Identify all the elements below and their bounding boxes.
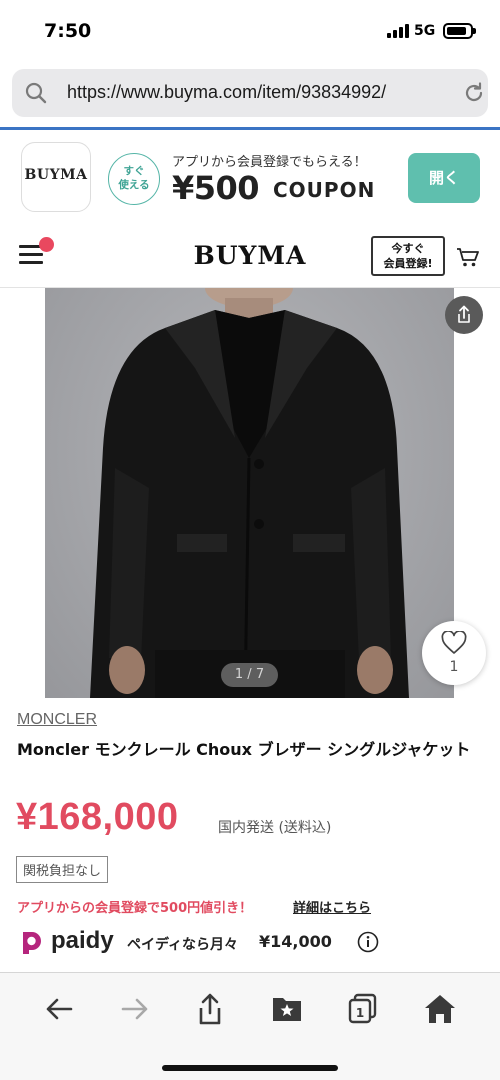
address-bar[interactable]: https://www.buyma.com/item/93834992/ — [12, 69, 488, 117]
instant-use-badge: すぐ 使える — [108, 153, 160, 205]
shipping-note: 国内発送 (送料込) — [218, 820, 332, 836]
tax-badge: 関税負担なし — [16, 856, 109, 883]
share-icon[interactable] — [192, 991, 228, 1027]
brand-link[interactable]: MONCLER — [17, 711, 97, 729]
badge-line1: すぐ — [123, 165, 145, 177]
paidy-row: paidy ペイディなら月々 ¥14,000 — [17, 926, 487, 958]
register-line2: 会員登録! — [383, 257, 433, 270]
app-icon-label: BUYMA — [24, 167, 88, 183]
status-time: 7:50 — [44, 20, 92, 42]
jacket-photo — [90, 288, 409, 698]
open-app-button[interactable]: 開く — [408, 153, 480, 203]
app-icon: BUYMA — [21, 142, 91, 212]
reload-icon[interactable] — [462, 81, 486, 105]
battery-icon — [443, 23, 476, 39]
app-promo-banner: BUYMA すぐ 使える アプリから会員登録でもらえる！ ¥500 COUPON… — [0, 130, 500, 226]
network-label: 5G — [414, 23, 436, 39]
product-price: ¥168,000 — [16, 796, 179, 838]
back-icon[interactable] — [41, 991, 77, 1027]
register-line1: 今すぐ — [391, 242, 425, 255]
search-icon — [25, 82, 47, 104]
banner-message: アプリから会員登録でもらえる！ — [172, 155, 367, 170]
url-text[interactable]: https://www.buyma.com/item/93834992/ — [67, 82, 386, 103]
share-icon — [458, 305, 470, 323]
tab-count: 1 — [356, 1006, 364, 1020]
promo-text: アプリからの会員登録で500円値引き！ — [17, 901, 253, 916]
badge-line2: 使える — [118, 179, 150, 191]
paidy-monthly-label: ペイディなら月々 — [127, 937, 239, 953]
forward-icon[interactable] — [117, 991, 153, 1027]
cart-icon[interactable] — [456, 246, 480, 268]
home-indicator[interactable] — [162, 1065, 338, 1071]
signal-icon — [387, 24, 411, 38]
coupon-amount: ¥500 — [172, 169, 260, 207]
product-image[interactable] — [45, 288, 454, 698]
share-image-button[interactable] — [445, 296, 483, 334]
promo-details-link[interactable]: 詳細はこちら — [293, 897, 371, 916]
favorite-count: 1 — [449, 659, 459, 675]
tabs-icon[interactable]: 1 — [345, 991, 381, 1027]
favorite-button[interactable]: 1 — [422, 621, 486, 685]
paidy-logo-icon — [23, 932, 41, 954]
site-header: BUYMA 今すぐ 会員登録! — [0, 226, 500, 288]
paidy-name: paidy — [51, 927, 114, 954]
browser-toolbar: 1 — [0, 972, 500, 1080]
home-icon[interactable] — [422, 991, 458, 1027]
status-bar: 7:50 5G — [0, 0, 500, 60]
register-now-button[interactable]: 今すぐ 会員登録! — [371, 236, 445, 276]
heart-icon — [441, 631, 467, 654]
coupon-label: COUPON — [273, 178, 376, 202]
bookmarks-icon[interactable] — [269, 991, 305, 1027]
info-icon[interactable] — [357, 931, 379, 953]
paidy-monthly-amount: ¥14,000 — [259, 932, 332, 951]
product-title: Moncler モンクレール Choux ブレザー シングルジャケット — [17, 740, 471, 759]
image-counter: 1 / 7 — [221, 663, 278, 687]
